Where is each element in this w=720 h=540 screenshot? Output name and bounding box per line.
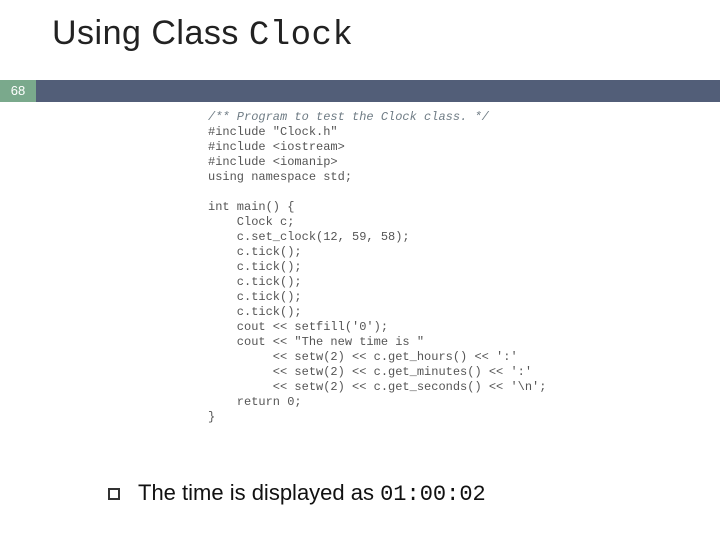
code-line: c.tick(); — [208, 245, 302, 259]
code-line: #include "Clock.h" — [208, 125, 338, 139]
title-text: Using Class — [52, 14, 249, 52]
code-line: using namespace std; — [208, 170, 352, 184]
code-line: c.tick(); — [208, 290, 302, 304]
bullet-item: The time is displayed as 01:00:02 — [108, 480, 486, 507]
code-block: /** Program to test the Clock class. */ … — [208, 110, 546, 425]
code-line: c.tick(); — [208, 275, 302, 289]
slide-number-badge: 68 — [0, 80, 36, 102]
header-bar — [0, 80, 720, 102]
code-line: #include <iomanip> — [208, 155, 338, 169]
code-line: << setw(2) << c.get_hours() << ':' — [208, 350, 518, 364]
square-bullet-icon — [108, 488, 120, 500]
code-comment: /** Program to test the Clock class. */ — [208, 110, 489, 124]
bullet-prefix: The time is displayed as — [138, 480, 380, 505]
code-line: c.tick(); — [208, 305, 302, 319]
code-line: } — [208, 410, 215, 424]
code-line: cout << "The new time is " — [208, 335, 424, 349]
code-line: << setw(2) << c.get_seconds() << '\n'; — [208, 380, 546, 394]
title-mono: Clock — [249, 17, 354, 55]
slide-title: Using Class Clock — [52, 14, 353, 55]
bullet-mono: 01:00:02 — [380, 482, 486, 507]
code-line: c.set_clock(12, 59, 58); — [208, 230, 410, 244]
bullet-text: The time is displayed as 01:00:02 — [138, 480, 486, 507]
code-line: << setw(2) << c.get_minutes() << ':' — [208, 365, 532, 379]
code-line: c.tick(); — [208, 260, 302, 274]
code-line: return 0; — [208, 395, 302, 409]
code-line: int main() { — [208, 200, 294, 214]
code-line: #include <iostream> — [208, 140, 345, 154]
code-line: cout << setfill('0'); — [208, 320, 388, 334]
slide: Using Class Clock 68 /** Program to test… — [0, 0, 720, 540]
code-line: Clock c; — [208, 215, 294, 229]
